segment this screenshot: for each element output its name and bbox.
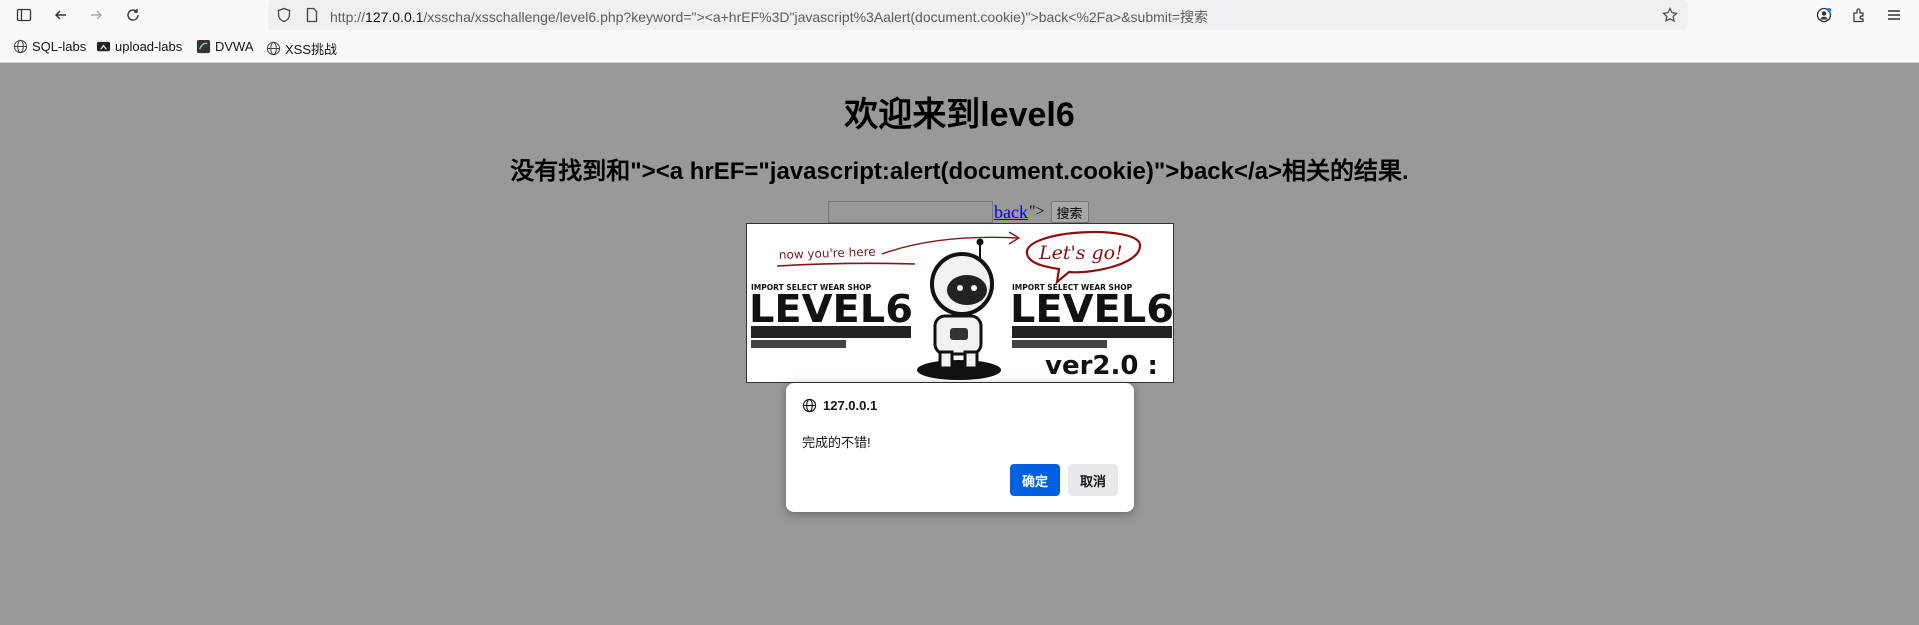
- back-icon[interactable]: [49, 3, 73, 27]
- url-text[interactable]: http://127.0.0.1/xsscha/xsschallenge/lev…: [330, 7, 1208, 27]
- banner-note: now you're here: [779, 245, 876, 262]
- reload-icon[interactable]: [121, 3, 145, 27]
- search-form: back "> 搜索: [828, 200, 1089, 224]
- level-banner-image: now you're here Let's go! IMPORT SELECT …: [746, 223, 1174, 383]
- extensions-icon[interactable]: [1847, 3, 1871, 27]
- dialog-header: 127.0.0.1: [802, 398, 877, 413]
- bookmarks-bar: SQL-labs upload-labs DVWA XSS挑战: [0, 30, 1919, 63]
- bookmark-upload-labs[interactable]: upload-labs: [96, 39, 182, 54]
- dialog-message: 完成的不错!: [802, 435, 871, 450]
- keyword-input[interactable]: [828, 201, 993, 223]
- search-submit-button[interactable]: 搜索: [1050, 201, 1089, 223]
- leftover-text: ">: [1028, 203, 1045, 220]
- forward-icon[interactable]: [84, 3, 108, 27]
- account-icon[interactable]: [1812, 3, 1836, 27]
- site-favicon-icon: [96, 41, 111, 52]
- bookmark-xss-challenge[interactable]: XSS挑战: [266, 39, 337, 58]
- bookmark-label: DVWA: [215, 39, 254, 54]
- bookmark-label: SQL-labs: [32, 39, 87, 54]
- dialog-origin: 127.0.0.1: [823, 398, 878, 413]
- sidebar-toggle-icon[interactable]: [12, 3, 36, 27]
- ok-button[interactable]: 确定: [1010, 464, 1060, 496]
- banner-level-left: LEVEL6: [749, 287, 913, 331]
- banner-bubble: Let's go!: [1038, 242, 1123, 264]
- bookmark-sql-labs[interactable]: SQL-labs: [13, 39, 86, 54]
- shield-icon[interactable]: [276, 7, 292, 23]
- page-title: 欢迎来到level6: [844, 96, 1075, 134]
- globe-icon: [13, 39, 28, 54]
- browser-toolbar: http://127.0.0.1/xsscha/xsschallenge/lev…: [0, 0, 1919, 30]
- globe-icon: [266, 41, 281, 56]
- page-content: 欢迎来到level6 没有找到和"><a hrEF="javascript:al…: [0, 64, 1919, 625]
- bookmark-dvwa[interactable]: DVWA: [196, 39, 254, 54]
- page-icon[interactable]: [304, 7, 320, 23]
- bookmark-star-icon[interactable]: [1662, 7, 1678, 23]
- bookmark-label: upload-labs: [115, 39, 183, 54]
- banner-level-right: LEVEL6: [1010, 287, 1174, 331]
- cancel-button[interactable]: 取消: [1068, 464, 1118, 496]
- alert-dialog: 127.0.0.1 完成的不错! 确定 取消: [786, 383, 1134, 512]
- bookmark-label: XSS挑战: [285, 42, 338, 57]
- injected-back-link[interactable]: back: [994, 202, 1028, 223]
- dvwa-favicon-icon: [196, 39, 211, 54]
- url-bar[interactable]: http://127.0.0.1/xsscha/xsschallenge/lev…: [268, 0, 1688, 30]
- banner-version: ver2.0 :: [1045, 351, 1158, 381]
- globe-icon: [802, 398, 817, 413]
- menu-icon[interactable]: [1882, 3, 1906, 27]
- search-result-text: 没有找到和"><a hrEF="javascript:alert(documen…: [510, 158, 1409, 185]
